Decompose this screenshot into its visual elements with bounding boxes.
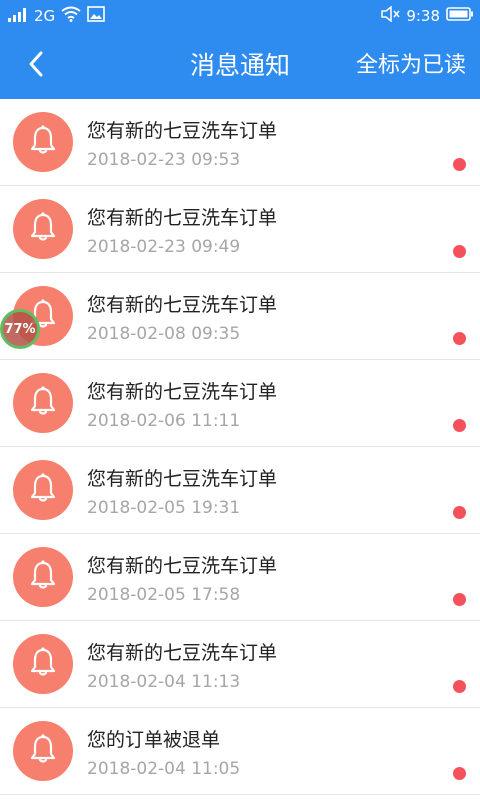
list-item[interactable]: 您的订单被退单 2018-02-04 11:05 — [0, 708, 480, 795]
notification-time: 2018-02-04 11:05 — [87, 759, 241, 779]
notification-time: 2018-02-05 19:31 — [87, 498, 241, 518]
notification-title: 您有新的七豆洗车订单 — [87, 468, 278, 490]
bell-icon — [28, 733, 58, 769]
avatar — [13, 721, 73, 781]
list-item[interactable]: 您有新的七豆洗车订单 2018-02-08 09:35 — [0, 273, 480, 360]
notification-time: 2018-02-23 09:53 — [87, 150, 241, 170]
notification-title: 您有新的七豆洗车订单 — [87, 120, 278, 142]
status-bar: 2G 9:38 — [0, 0, 480, 32]
progress-badge[interactable]: 77% — [0, 309, 40, 349]
notification-time: 2018-02-05 17:58 — [87, 585, 241, 605]
notification-list: 您有新的七豆洗车订单 2018-02-23 09:53 您有新的七豆洗车订单 2018… — [0, 99, 480, 795]
notification-time: 2018-02-06 11:11 — [87, 411, 241, 431]
mark-all-read-button[interactable]: 全标为已读 — [356, 32, 466, 99]
notification-time: 2018-02-04 11:13 — [87, 672, 241, 692]
bell-icon — [28, 646, 58, 682]
list-item[interactable]: 您有新的七豆洗车订单 2018-02-05 19:31 — [0, 447, 480, 534]
mute-icon — [380, 5, 400, 26]
unread-dot — [453, 158, 466, 171]
bell-icon — [28, 124, 58, 160]
unread-dot — [453, 767, 466, 780]
signal-icon — [8, 7, 28, 26]
list-item[interactable]: 您有新的七豆洗车订单 2018-02-23 09:53 — [0, 99, 480, 186]
bell-icon — [28, 385, 58, 421]
unread-dot — [453, 593, 466, 606]
avatar — [13, 460, 73, 520]
unread-dot — [453, 419, 466, 432]
avatar — [13, 634, 73, 694]
unread-dot — [453, 506, 466, 519]
wifi-icon — [61, 6, 81, 26]
list-item[interactable]: 您有新的七豆洗车订单 2018-02-05 17:58 — [0, 534, 480, 621]
list-item[interactable]: 您有新的七豆洗车订单 2018-02-06 11:11 — [0, 360, 480, 447]
list-item[interactable]: 您有新的七豆洗车订单 2018-02-04 11:13 — [0, 621, 480, 708]
bell-icon — [28, 211, 58, 247]
status-right: 9:38 — [380, 0, 474, 32]
notification-title: 您的订单被退单 — [87, 729, 221, 751]
avatar — [13, 547, 73, 607]
notification-title: 您有新的七豆洗车订单 — [87, 555, 278, 577]
chevron-left-icon — [27, 50, 45, 82]
bell-icon — [28, 559, 58, 595]
battery-icon — [446, 6, 474, 26]
network-type: 2G — [34, 7, 56, 25]
notification-title: 您有新的七豆洗车订单 — [87, 381, 278, 403]
notification-title: 您有新的七豆洗车订单 — [87, 294, 278, 316]
back-button[interactable] — [18, 46, 54, 86]
avatar — [13, 199, 73, 259]
notification-time: 2018-02-08 09:35 — [87, 324, 241, 344]
list-item[interactable]: 您有新的七豆洗车订单 2018-02-23 09:49 — [0, 186, 480, 273]
bell-icon — [28, 472, 58, 508]
unread-dot — [453, 680, 466, 693]
avatar — [13, 112, 73, 172]
notification-time: 2018-02-23 09:49 — [87, 237, 241, 257]
avatar — [13, 373, 73, 433]
notification-title: 您有新的七豆洗车订单 — [87, 207, 278, 229]
image-icon — [87, 6, 105, 26]
status-left: 2G — [8, 0, 105, 32]
unread-dot — [453, 245, 466, 258]
clock: 9:38 — [406, 7, 440, 25]
nav-bar: 消息通知 全标为已读 — [0, 32, 480, 99]
unread-dot — [453, 332, 466, 345]
notification-title: 您有新的七豆洗车订单 — [87, 642, 278, 664]
